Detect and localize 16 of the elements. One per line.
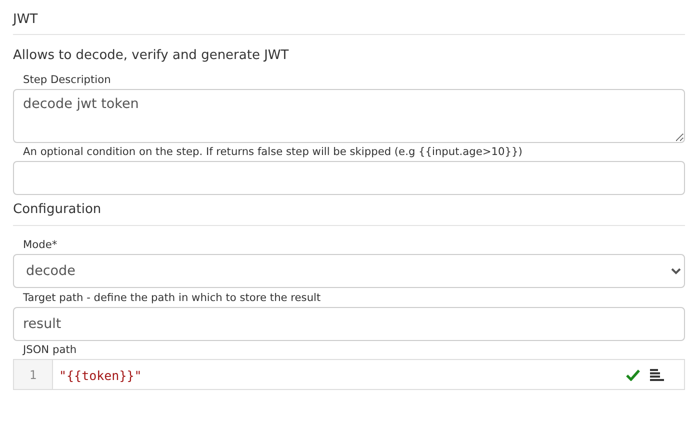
field-label: Target path - define the path in which to store the result xyxy=(22,292,322,306)
code-editor[interactable]: 1 "{{token}}" xyxy=(13,359,685,390)
section-title: JWT xyxy=(13,8,685,35)
target-path-input-field[interactable]: result xyxy=(13,307,685,341)
field-label: JSON path xyxy=(22,344,78,358)
field-label: Step Description xyxy=(22,74,112,88)
description-text: Allows to decode, verify and generate JWT xyxy=(13,48,290,63)
line-number: 1 xyxy=(29,368,37,382)
condition-input-field[interactable] xyxy=(13,161,685,195)
format-icon[interactable] xyxy=(650,368,664,380)
field-label: Mode* xyxy=(22,239,58,253)
field-label: An optional condition on the step. If returns false step will be skipped (e.g {{input.age>10}}) xyxy=(22,146,524,160)
code-text: "{{token}}" xyxy=(59,368,142,383)
step-description-textarea[interactable]: decode jwt token xyxy=(13,89,685,143)
mode-select[interactable]: decode xyxy=(13,254,685,288)
section-title: Configuration xyxy=(13,198,685,226)
